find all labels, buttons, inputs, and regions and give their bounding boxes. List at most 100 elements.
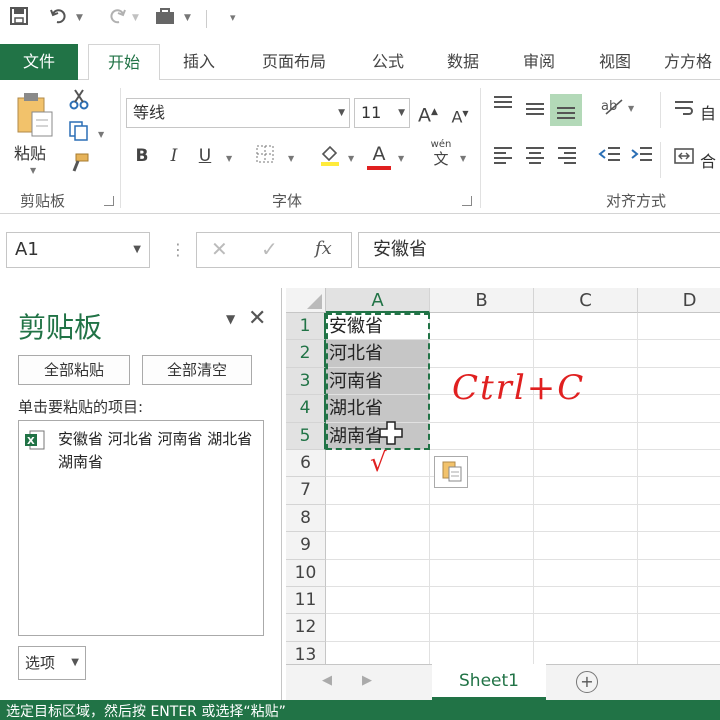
cell-A11[interactable] (326, 587, 430, 615)
orientation-dropdown-icon[interactable]: ▼ (628, 104, 634, 113)
row-header[interactable]: 12 (286, 614, 326, 642)
paste-label[interactable]: 粘贴 (14, 140, 46, 164)
tab-home[interactable]: 开始 (88, 44, 160, 81)
cell-A4[interactable]: 湖北省 (326, 395, 430, 423)
row-header[interactable]: 6 (286, 450, 326, 478)
cell-D10[interactable] (638, 560, 720, 587)
cell-D9[interactable] (638, 532, 720, 560)
cell-D12[interactable] (638, 614, 720, 642)
merge-center-label[interactable]: 合 (700, 148, 716, 172)
customize-icon[interactable]: ▾ (230, 6, 236, 30)
cell-A8[interactable] (326, 504, 430, 533)
cell-A7[interactable] (326, 477, 430, 505)
row-header[interactable]: 5 (286, 422, 326, 450)
cell-D1[interactable] (638, 313, 720, 341)
worksheet-grid[interactable]: A B C D 1 安徽省 2 河北省 3 河南省 4 湖北省 5 湖南省 6 7 8 9 10 11 12 13 (286, 288, 720, 664)
row-header[interactable]: 10 (286, 559, 326, 587)
cell-D3[interactable] (638, 368, 720, 396)
cancel-icon[interactable]: ✕ (211, 237, 228, 261)
cell-B11[interactable] (430, 587, 534, 615)
row-header[interactable]: 3 (286, 367, 326, 396)
tab-file[interactable]: 文件 (0, 44, 78, 80)
align-right-icon[interactable] (554, 144, 580, 171)
cell-C7[interactable] (534, 477, 638, 505)
formula-input[interactable]: 安徽省 (358, 232, 720, 268)
save-icon[interactable] (6, 6, 32, 30)
cell-B13[interactable] (430, 641, 534, 664)
prev-sheet-icon[interactable]: ◀ (322, 673, 332, 688)
redo-dropdown-icon[interactable]: ▼ (132, 6, 139, 30)
chevron-down-icon[interactable]: ▼ (133, 233, 141, 267)
grow-font-icon[interactable]: A▲ (416, 100, 440, 127)
cell-D13[interactable] (638, 642, 720, 664)
align-top-icon[interactable] (490, 94, 516, 121)
tab-formulas[interactable]: 公式 (358, 44, 418, 80)
row-header[interactable]: 11 (286, 587, 326, 615)
cell-D5[interactable] (638, 423, 720, 450)
tab-data[interactable]: 数据 (432, 44, 494, 80)
phonetic-dropdown-icon[interactable]: ▼ (460, 154, 466, 163)
options-button[interactable]: 选项 ▼ (18, 646, 86, 680)
italic-button[interactable]: I (164, 144, 184, 168)
borders-dropdown-icon[interactable]: ▼ (288, 154, 294, 163)
cell-C13[interactable] (534, 641, 638, 664)
tab-addin[interactable]: 方方格 (664, 44, 720, 80)
merge-center-icon[interactable] (672, 146, 696, 173)
cell-C10[interactable] (534, 559, 638, 587)
add-sheet-icon[interactable]: + (576, 671, 598, 693)
redo-icon[interactable] (104, 6, 130, 30)
wrap-text-icon[interactable] (672, 98, 696, 125)
row-header[interactable]: 8 (286, 504, 326, 533)
paste-all-button[interactable]: 全部粘贴 (18, 355, 130, 385)
font-launcher-icon[interactable] (462, 196, 472, 206)
cell-D11[interactable] (638, 587, 720, 615)
paste-dropdown-icon[interactable]: ▼ (30, 166, 36, 175)
cell-D2[interactable] (638, 340, 720, 368)
cell-B1[interactable] (430, 313, 534, 341)
column-header[interactable]: D (638, 288, 720, 313)
tab-view[interactable]: 视图 (584, 44, 646, 80)
cell-C8[interactable] (534, 504, 638, 533)
cell-A2[interactable]: 河北省 (326, 340, 430, 368)
cell-A10[interactable] (326, 559, 430, 587)
cell-C1[interactable] (534, 313, 638, 341)
cell-A9[interactable] (326, 532, 430, 560)
wrap-text-label[interactable]: 自 (700, 100, 716, 124)
cell-C12[interactable] (534, 614, 638, 642)
font-color-icon[interactable]: A (366, 142, 392, 170)
cell-A13[interactable] (326, 641, 430, 664)
cell-A12[interactable] (326, 614, 430, 642)
align-center-icon[interactable] (522, 144, 548, 171)
select-all-corner[interactable] (286, 288, 326, 313)
fill-color-icon[interactable] (316, 142, 344, 173)
decrease-indent-icon[interactable] (596, 144, 624, 171)
cell-D6[interactable] (638, 450, 720, 478)
row-header[interactable]: 1 (286, 313, 326, 341)
cell-A1[interactable]: 安徽省 (326, 313, 430, 341)
undo-icon[interactable] (46, 6, 72, 30)
fill-color-dropdown-icon[interactable]: ▼ (348, 154, 354, 163)
column-header[interactable]: C (534, 288, 638, 313)
touch-mode-dropdown-icon[interactable]: ▼ (184, 6, 191, 30)
briefcase-icon[interactable] (152, 6, 178, 30)
next-sheet-icon[interactable]: ▶ (362, 673, 372, 688)
pane-options-icon[interactable]: ▼ (226, 312, 235, 326)
orientation-icon[interactable]: ab (598, 94, 626, 123)
cell-C9[interactable] (534, 532, 638, 560)
cell-B8[interactable] (430, 504, 534, 533)
column-header[interactable]: B (430, 288, 534, 313)
sheet-tab-sheet1[interactable]: Sheet1 (432, 664, 546, 700)
cell-C11[interactable] (534, 587, 638, 615)
align-middle-icon[interactable] (522, 98, 548, 125)
cell-B9[interactable] (430, 532, 534, 560)
underline-button[interactable]: U (194, 144, 216, 168)
paste-button[interactable] (12, 90, 56, 146)
align-left-icon[interactable] (490, 144, 516, 171)
tab-review[interactable]: 审阅 (508, 44, 570, 80)
cell-C5[interactable] (534, 422, 638, 450)
cell-C6[interactable] (534, 450, 638, 478)
row-header[interactable]: 7 (286, 477, 326, 505)
undo-dropdown-icon[interactable]: ▼ (76, 6, 83, 30)
clear-all-button[interactable]: 全部清空 (142, 355, 252, 385)
row-header[interactable]: 4 (286, 395, 326, 423)
